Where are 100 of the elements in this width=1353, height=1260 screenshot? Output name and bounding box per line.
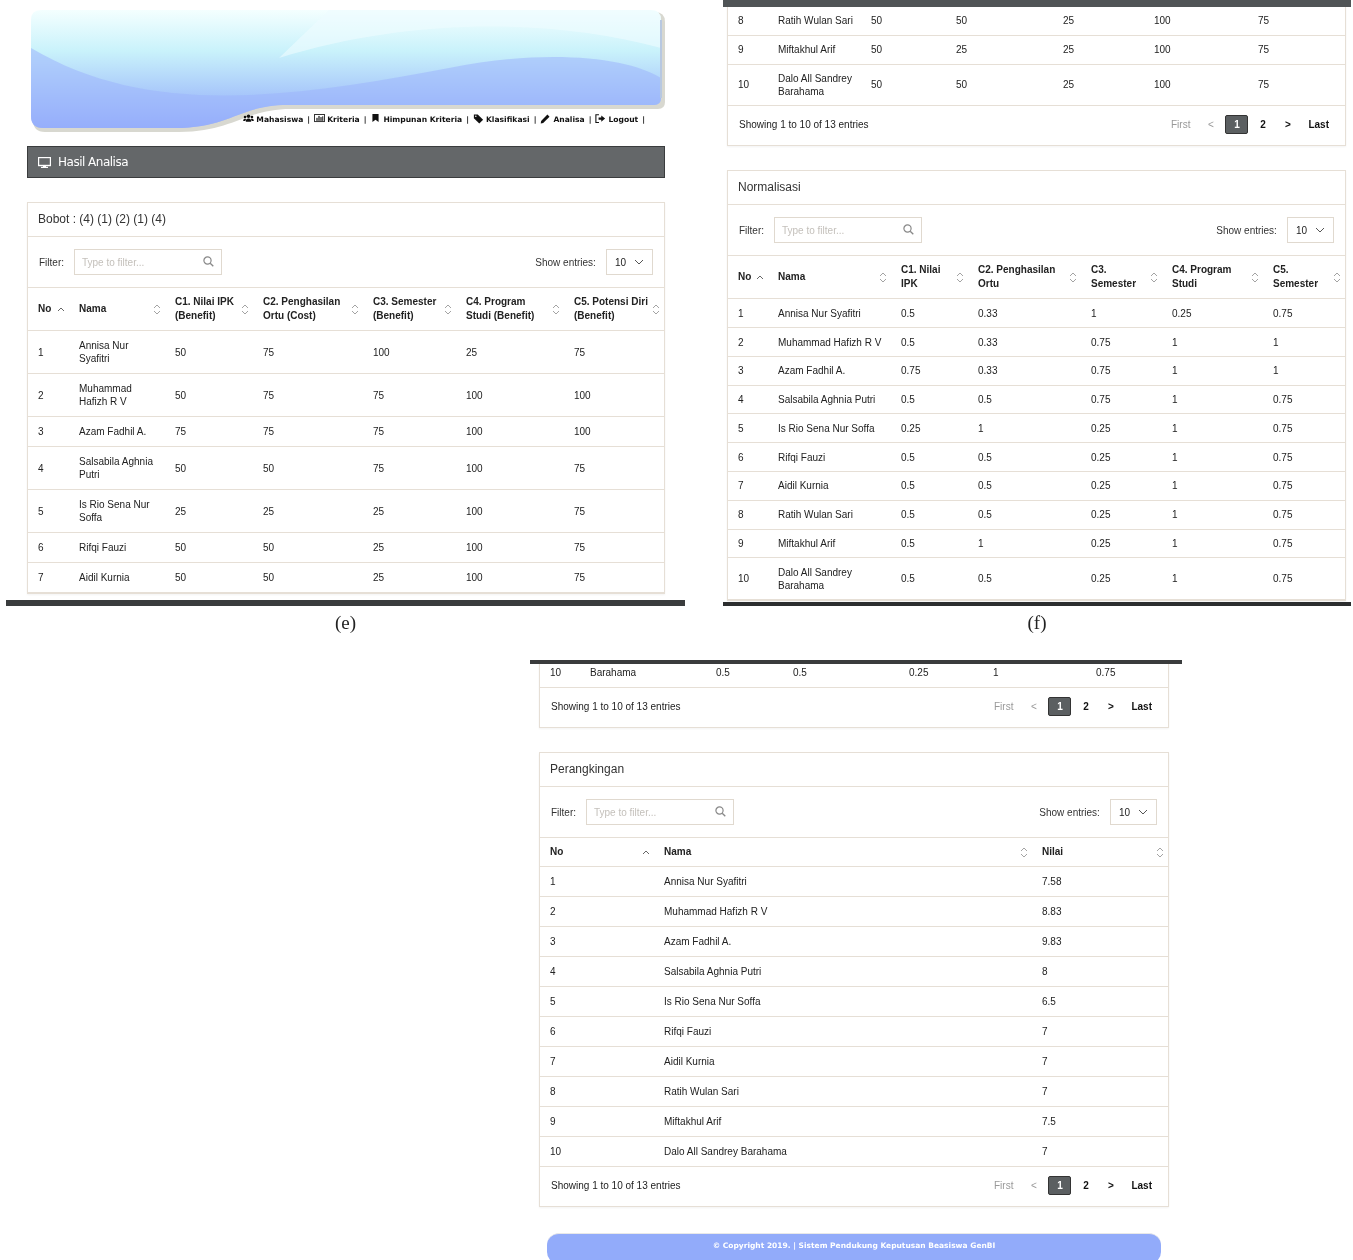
- show-entries-label: Show entries:: [1216, 224, 1277, 236]
- table-cell: 100: [456, 532, 564, 563]
- table-cell: 75: [1248, 64, 1345, 106]
- table-cell: 5: [28, 489, 69, 533]
- table-cell: 50: [861, 7, 946, 36]
- search-icon: [203, 256, 214, 267]
- table-cell: Muhammad Hafizh R V: [768, 327, 891, 357]
- column-header[interactable]: C5. Potensi Diri (Benefit): [564, 288, 664, 331]
- table-cell: 0.75: [1263, 385, 1345, 414]
- table-cell: 50: [861, 64, 946, 106]
- column-header[interactable]: No: [540, 838, 654, 867]
- column-header[interactable]: C1. Nilai IPK (Benefit): [165, 288, 253, 331]
- entries-select[interactable]: 10: [1109, 799, 1157, 825]
- column-header[interactable]: C3. Semester (Benefit): [363, 288, 456, 331]
- column-header[interactable]: C2. Penghasilan Ortu (Cost): [253, 288, 363, 331]
- table-cell: 0.25: [1081, 529, 1162, 558]
- table-cell: 0.75: [1263, 557, 1345, 600]
- page-button[interactable]: >: [1100, 697, 1122, 716]
- filter-field[interactable]: Type to filter...: [74, 249, 222, 275]
- table-cell: 50: [165, 330, 253, 374]
- chevron-down-icon: [634, 259, 644, 265]
- table-cell: 50: [861, 35, 946, 65]
- column-header[interactable]: C4. Program Studi (Benefit): [456, 288, 564, 331]
- title-bar-text: Hasil Analisa: [58, 155, 129, 169]
- table-cell: Aidil Kurnia: [654, 1046, 1032, 1077]
- table-cell: 1: [1263, 356, 1345, 386]
- chevron-down-icon: [1138, 809, 1148, 815]
- table-cell: 7.58: [1032, 866, 1168, 897]
- table-cell: Miftakhul Arif: [654, 1106, 1032, 1137]
- page-button[interactable]: 1: [1048, 1176, 1072, 1195]
- page-button[interactable]: 1: [1048, 697, 1072, 716]
- table-cell: Dalo All Sandrey Barahama: [768, 557, 891, 600]
- table-cell: 1: [1162, 471, 1263, 501]
- page-button[interactable]: >: [1277, 115, 1299, 135]
- table-cell: 8: [728, 7, 768, 36]
- column-header[interactable]: Nama: [768, 256, 891, 299]
- page-button[interactable]: 2: [1075, 1176, 1097, 1195]
- filter-field[interactable]: Type to filter...: [774, 217, 922, 244]
- table-cell: 7: [1032, 1016, 1168, 1047]
- table-cell: 0.25: [891, 413, 968, 443]
- show-entries-label: Show entries:: [1039, 806, 1100, 818]
- table-cell: 4: [540, 956, 654, 987]
- entries-select[interactable]: 10: [1286, 217, 1334, 244]
- page-button[interactable]: Last: [1302, 115, 1335, 135]
- table-cell: 4: [728, 385, 768, 414]
- table-cell: 9: [728, 529, 768, 558]
- chevron-down-icon: [1315, 227, 1325, 234]
- table-cell: 0.75: [1263, 298, 1345, 328]
- entries-select[interactable]: 10: [605, 249, 653, 275]
- table-cell: 1: [28, 330, 69, 374]
- page-button[interactable]: 2: [1252, 115, 1274, 135]
- filter-field[interactable]: Type to filter...: [586, 799, 734, 825]
- table-cell: 25: [1053, 7, 1144, 36]
- table-cell: 0.25: [1081, 557, 1162, 600]
- table-cell: 5: [540, 986, 654, 1017]
- table-cell: 1: [1162, 413, 1263, 443]
- table-cell: 0.75: [1081, 356, 1162, 386]
- table-cell: 0.25: [1081, 500, 1162, 530]
- table-cell: 1: [540, 866, 654, 897]
- table-cell: 1: [728, 298, 768, 328]
- table-cell: Salsabila Aghnia Putri: [69, 446, 165, 490]
- table-cell: 5: [728, 413, 768, 443]
- column-header[interactable]: No: [28, 288, 69, 331]
- page-button[interactable]: Last: [1125, 1176, 1158, 1195]
- column-header[interactable]: C5. Semester: [1263, 256, 1345, 299]
- table-cell: 75: [564, 562, 664, 593]
- table-cell: 1: [1081, 298, 1162, 328]
- table-cell: Ratih Wulan Sari: [654, 1076, 1032, 1107]
- table-cell: 75: [1248, 35, 1345, 65]
- table-cell: 0.5: [891, 557, 968, 600]
- table-cell: 0.33: [968, 298, 1081, 328]
- table-cell: Salsabila Aghnia Putri: [768, 385, 891, 414]
- filter-label: Filter:: [39, 256, 64, 268]
- table-cell: 100: [363, 330, 456, 374]
- column-header[interactable]: No: [728, 256, 768, 299]
- page-button[interactable]: >: [1100, 1176, 1122, 1195]
- table-cell: 6.5: [1032, 986, 1168, 1017]
- table-cell: Rifqi Fauzi: [768, 442, 891, 472]
- table-cell: 50: [165, 446, 253, 490]
- column-header[interactable]: C3. Semester: [1081, 256, 1162, 299]
- page-button[interactable]: 1: [1225, 115, 1249, 135]
- table-cell: 75: [253, 416, 363, 447]
- table-cell: 1: [1263, 327, 1345, 357]
- column-header[interactable]: C1. Nilai IPK: [891, 256, 968, 299]
- table-cell: 25: [363, 489, 456, 533]
- table-cell: Is Rio Sena Nur Soffa: [768, 413, 891, 443]
- column-header[interactable]: C2. Penghasilan Ortu: [968, 256, 1081, 299]
- table-cell: Aidil Kurnia: [69, 562, 165, 593]
- show-entries-label: Show entries:: [535, 256, 596, 268]
- table-cell: Rifqi Fauzi: [69, 532, 165, 563]
- page-button[interactable]: 2: [1075, 697, 1097, 716]
- column-header[interactable]: Nilai: [1032, 838, 1168, 867]
- figure-caption: (f): [1027, 611, 1047, 635]
- column-header[interactable]: Nama: [69, 288, 165, 331]
- column-header[interactable]: C4. Program Studi: [1162, 256, 1263, 299]
- page-button[interactable]: Last: [1125, 697, 1158, 716]
- table-cell: Ratih Wulan Sari: [768, 500, 891, 530]
- table-cell: 3: [28, 416, 69, 447]
- table-cell: 50: [165, 562, 253, 593]
- column-header[interactable]: Nama: [654, 838, 1032, 867]
